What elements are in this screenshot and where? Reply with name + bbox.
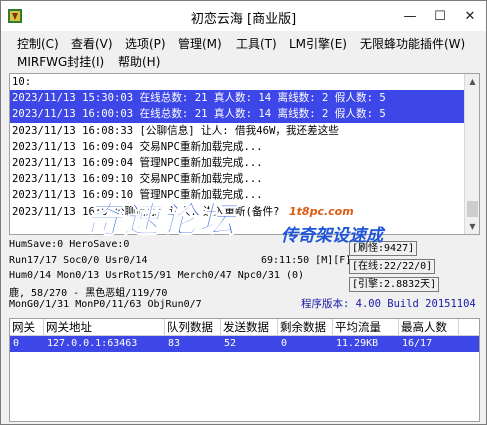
log-line[interactable]: 2023/11/13 16:09:10 交易NPC重新加载完成... — [10, 171, 465, 187]
column-header[interactable]: 网关 — [10, 319, 44, 336]
menu-tools[interactable]: 工具(T) — [234, 35, 279, 53]
column-header[interactable]: 网关地址 — [44, 319, 165, 336]
scroll-thumb[interactable] — [467, 201, 478, 217]
program-version: 程序版本: 4.00 Build 20151104 — [301, 298, 476, 310]
log-line[interactable]: 2023/11/13 16:09:04 管理NPC重新加载完成... — [10, 155, 465, 171]
menu-help[interactable]: 帮助(H) — [116, 53, 162, 71]
close-icon: ✕ — [464, 8, 476, 24]
cell-remaining: 0 — [281, 338, 288, 349]
cell-sent: 52 — [224, 338, 237, 349]
scroll-down-icon[interactable]: ▼ — [465, 219, 479, 234]
map-status: 鹿, 58/270 - 黑色恶蛆/119/70 — [9, 288, 168, 299]
column-header[interactable]: 队列数据 — [165, 319, 221, 336]
cell-max-users: 16/17 — [402, 338, 433, 349]
menu-options[interactable]: 选项(P) — [123, 35, 168, 53]
column-header[interactable]: 剩余数据 — [278, 319, 333, 336]
column-header[interactable]: 平均流量 — [333, 319, 399, 336]
object-counts: Hum0/14 Mon0/13 UsrRot15/91 Merch0/47 Np… — [9, 270, 305, 281]
log-list: 10: 2023/11/13 15:30:03 在线总数: 21 真人数: 14… — [10, 74, 465, 220]
engine-badge: [引擎:2.8832天] — [349, 277, 440, 292]
table-row[interactable]: 0 127.0.0.1:63463 83 52 0 11.29KB 16/17 — [10, 336, 479, 352]
cell-gateway: 0 — [13, 338, 20, 349]
log-line-selected[interactable]: 2023/11/13 15:30:03 在线总数: 21 真人数: 14 离线数… — [10, 90, 465, 107]
log-line[interactable]: 2023/11/13 16:08:33 [公聊信息] 让人: 借我46W，我还差… — [10, 123, 465, 139]
save-status: HumSave:0 HeroSave:0 — [9, 239, 130, 250]
cell-traffic: 11.29KB — [336, 338, 379, 349]
minimize-button[interactable]: — — [395, 1, 425, 31]
log-scrollbar[interactable]: ▲ ▼ — [464, 74, 479, 234]
log-line[interactable]: 2023/11/13 16:09:04 交易NPC重新加载完成... — [10, 139, 465, 155]
online-badge: [在线:22/22/0] — [349, 259, 436, 274]
log-line[interactable]: 10: — [10, 74, 465, 90]
uptime-clock: 69:11:50 [M][F] — [261, 255, 352, 266]
log-line-selected[interactable]: 2023/11/13 16:00:03 在线总数: 21 真人数: 14 离线数… — [10, 106, 465, 123]
maximize-icon: ☐ — [434, 8, 446, 24]
run-status: Run17/17 Soc0/0 Usr0/14 — [9, 255, 148, 266]
log-line[interactable]: 2023/11/13 16:0 公聊信息] 让人: 进入重新(备件? — [10, 204, 465, 220]
close-button[interactable]: ✕ — [455, 1, 485, 31]
menu-manage[interactable]: 管理(M) — [176, 35, 224, 53]
maximize-button[interactable]: ☐ — [425, 1, 455, 31]
cell-address: 127.0.0.1:63463 — [47, 338, 138, 349]
monster-refresh-badge: [刷怪:9427] — [349, 241, 418, 256]
menu-lm-engine[interactable]: LM引擎(E) — [287, 35, 349, 53]
log-line[interactable]: 2023/11/13 16:09:10 管理NPC重新加载完成... — [10, 187, 465, 203]
table-header: 网关 网关地址 队列数据 发送数据 剩余数据 平均流量 最高人数 — [10, 319, 479, 336]
log-panel[interactable]: 10: 2023/11/13 15:30:03 在线总数: 21 真人数: 14… — [9, 73, 480, 235]
gateway-table[interactable]: 网关 网关地址 队列数据 发送数据 剩余数据 平均流量 最高人数 0 127.0… — [9, 318, 480, 422]
column-header[interactable]: 最高人数 — [399, 319, 459, 336]
monster-status: MonG0/1/31 MonP0/11/63 ObjRun0/7 — [9, 299, 202, 310]
menu-anti-cheat[interactable]: MIRFWG封挂(I) — [15, 53, 106, 71]
column-header[interactable]: 发送数据 — [221, 319, 278, 336]
menu-bar: 控制(C) 查看(V) 选项(P) 管理(M) 工具(T) LM引擎(E) 无限… — [1, 32, 486, 72]
title-bar[interactable]: 初恋云海 [商业版] — ☐ ✕ — [1, 1, 486, 31]
menu-view[interactable]: 查看(V) — [69, 35, 115, 53]
menu-plugins[interactable]: 无限蜂功能插件(W) — [358, 35, 467, 53]
minimize-icon: — — [403, 8, 417, 24]
server-stats: HumSave:0 HeroSave:0 Run17/17 Soc0/0 Usr… — [9, 239, 480, 315]
scroll-up-icon[interactable]: ▲ — [465, 74, 479, 89]
cell-queue: 83 — [168, 338, 181, 349]
main-window: 初恋云海 [商业版] — ☐ ✕ 控制(C) 查看(V) 选项(P) 管理(M)… — [0, 0, 487, 425]
menu-control[interactable]: 控制(C) — [15, 35, 61, 53]
